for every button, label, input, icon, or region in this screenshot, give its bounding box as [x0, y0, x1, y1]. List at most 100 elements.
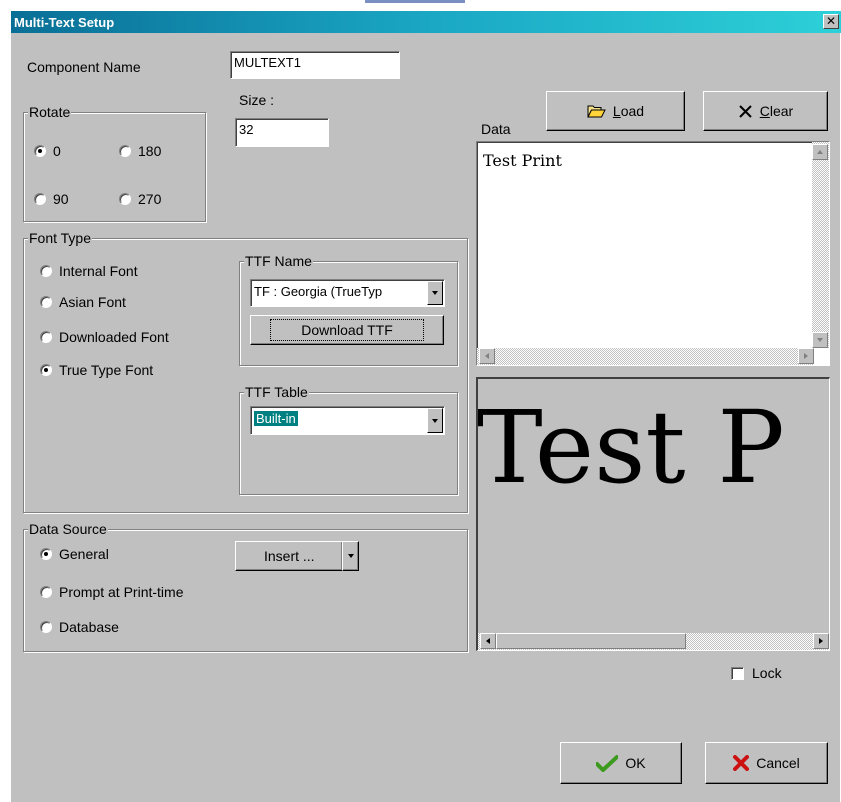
database-label: Database [59, 619, 119, 635]
checkmark-icon [596, 754, 619, 772]
title-bar[interactable]: Multi-Text Setup ✕ [11, 11, 841, 33]
scroll-thumb[interactable] [496, 633, 686, 649]
radio-unchecked-icon [40, 621, 52, 633]
radio-unchecked-icon [119, 145, 131, 157]
download-ttf-button[interactable]: Download TTF [250, 315, 444, 345]
x-icon [738, 104, 753, 119]
clear-button-label: Clear [759, 103, 794, 119]
asian-font-radio[interactable]: Asian Font [40, 294, 126, 310]
chevron-down-icon [432, 418, 438, 423]
scroll-up-button[interactable] [812, 144, 828, 160]
font-type-group: Font Type Internal Font Asian Font Downl… [23, 230, 468, 513]
chevron-down-icon [347, 554, 354, 558]
general-label: General [59, 546, 109, 562]
ttf-table-group: TTF Table Built-in [239, 384, 458, 495]
load-button-label: Load [612, 103, 645, 119]
arrow-down-icon [817, 338, 823, 342]
cancel-button-label: Cancel [756, 755, 800, 771]
rotate-180-radio[interactable]: 180 [119, 143, 161, 159]
insert-button-label: Insert ... [264, 548, 315, 564]
radio-unchecked-icon [40, 296, 52, 308]
scroll-right-button[interactable] [813, 633, 829, 649]
radio-unchecked-icon [40, 331, 52, 343]
data-vertical-scrollbar[interactable] [812, 142, 829, 348]
ttf-table-dropdown-button[interactable] [427, 408, 443, 433]
radio-unchecked-icon [40, 265, 52, 277]
ok-button[interactable]: OK [560, 742, 682, 784]
rotate-90-label: 90 [53, 191, 69, 207]
ttf-table-select[interactable]: Built-in [250, 406, 445, 435]
ok-button-label: OK [625, 755, 646, 771]
rotate-180-label: 180 [138, 143, 162, 159]
data-horizontal-scrollbar[interactable] [477, 348, 814, 365]
component-name-label: Component Name [27, 59, 141, 75]
internal-font-label: Internal Font [59, 263, 138, 279]
rotate-group: Rotate 0 180 90 270 [23, 104, 206, 222]
close-button[interactable]: ✕ [823, 14, 839, 29]
close-icon: ✕ [825, 14, 837, 28]
data-textarea[interactable]: Test Print [476, 141, 830, 366]
downloaded-font-radio[interactable]: Downloaded Font [40, 329, 169, 345]
radio-checked-icon [34, 145, 46, 157]
lock-checkbox[interactable]: Lock [731, 665, 782, 681]
rotate-270-label: 270 [138, 191, 162, 207]
load-button[interactable]: Load [546, 91, 685, 131]
ttf-name-group: TTF Name TF : Georgia (TrueTyp Download … [239, 253, 458, 366]
radio-unchecked-icon [119, 193, 131, 205]
internal-font-radio[interactable]: Internal Font [40, 263, 138, 279]
font-type-group-label: Font Type [28, 230, 93, 246]
scroll-left-button[interactable] [480, 633, 496, 649]
insert-dropdown-button[interactable] [342, 541, 359, 571]
data-source-group-label: Data Source [28, 521, 108, 537]
insert-button[interactable]: Insert ... [235, 541, 343, 571]
cancel-button[interactable]: Cancel [705, 742, 828, 784]
component-name-input[interactable]: MULTEXT1 [230, 51, 400, 79]
ttf-name-group-label: TTF Name [244, 253, 313, 269]
radio-unchecked-icon [40, 586, 52, 598]
asian-font-label: Asian Font [59, 294, 126, 310]
checkbox-icon [731, 666, 744, 680]
arrow-left-icon [485, 353, 489, 359]
lock-label: Lock [752, 665, 782, 681]
arrow-right-icon [819, 638, 823, 644]
window-title: Multi-Text Setup [14, 15, 115, 30]
arrow-up-icon [817, 150, 823, 154]
chevron-down-icon [432, 291, 438, 295]
scroll-down-button[interactable] [812, 332, 828, 348]
preview-pane: Test P [476, 377, 830, 651]
rotate-0-radio[interactable]: 0 [34, 143, 61, 159]
data-source-group: Data Source General Prompt at Print-time… [23, 521, 468, 652]
scroll-left-button[interactable] [479, 348, 495, 364]
radio-checked-icon [40, 364, 52, 376]
data-text: Test Print [483, 151, 562, 170]
size-label: Size : [239, 92, 275, 108]
download-ttf-label: Download TTF [270, 319, 424, 341]
general-radio[interactable]: General [40, 546, 109, 562]
data-label: Data [481, 121, 511, 137]
arrow-left-icon [486, 638, 490, 644]
background-window-edge [365, 0, 465, 3]
ttf-name-dropdown-button[interactable] [427, 281, 443, 305]
ttf-name-select[interactable]: TF : Georgia (TrueTyp [250, 279, 445, 307]
rotate-0-label: 0 [53, 143, 61, 159]
scroll-right-button[interactable] [798, 348, 814, 364]
arrow-right-icon [804, 353, 808, 359]
red-x-icon [733, 755, 750, 771]
clear-button[interactable]: Clear [703, 91, 828, 131]
preview-text: Test P [476, 389, 785, 506]
true-type-font-radio[interactable]: True Type Font [40, 362, 153, 378]
database-radio[interactable]: Database [40, 619, 119, 635]
prompt-at-print-time-radio[interactable]: Prompt at Print-time [40, 584, 183, 600]
rotate-90-radio[interactable]: 90 [34, 191, 69, 207]
ttf-name-selected: TF : Georgia (TrueTyp [254, 284, 383, 299]
true-type-font-label: True Type Font [59, 362, 154, 378]
downloaded-font-label: Downloaded Font [59, 329, 169, 345]
rotate-group-label: Rotate [28, 104, 72, 120]
folder-open-icon [587, 104, 606, 118]
size-input[interactable]: 32 [235, 118, 329, 147]
radio-checked-icon [40, 548, 52, 560]
multi-text-setup-dialog: Multi-Text Setup ✕ Component Name MULTEX… [10, 10, 841, 802]
preview-horizontal-scrollbar[interactable] [478, 633, 829, 650]
ttf-table-group-label: TTF Table [244, 384, 309, 400]
rotate-270-radio[interactable]: 270 [119, 191, 161, 207]
